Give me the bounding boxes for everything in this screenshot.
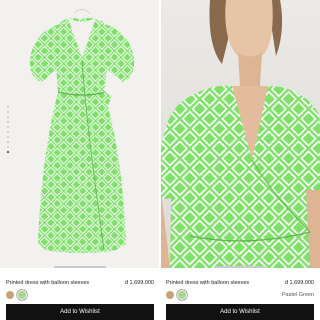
product-name[interactable]: Printed dress with balloon sleeves <box>6 280 89 286</box>
color-swatches <box>6 291 26 299</box>
gallery-dot[interactable] <box>7 121 9 123</box>
model-wearing-dress-illustration <box>160 0 320 268</box>
product-info-right: Printed dress with balloon sleeves đ 1.6… <box>160 272 320 320</box>
product-compare-screen: Printed dress with balloon sleeves đ 1.6… <box>0 0 320 320</box>
home-indicator <box>214 266 266 268</box>
home-indicator <box>54 266 106 268</box>
product-image-flatlay[interactable] <box>0 0 160 268</box>
gallery-dot[interactable] <box>7 106 9 108</box>
color-swatches <box>166 291 186 299</box>
add-to-wishlist-button[interactable]: Add to Wishlist <box>6 304 154 320</box>
product-info-left: Printed dress with balloon sleeves đ 1.6… <box>0 272 160 320</box>
gallery-dot[interactable] <box>7 131 9 133</box>
gallery-pagination[interactable] <box>7 106 9 153</box>
gallery-dot[interactable] <box>7 136 9 138</box>
product-panel-right: ‹ Printed dress with balloon sleeves đ 1… <box>160 0 320 320</box>
swatch-tan[interactable] <box>166 291 174 299</box>
product-panel-left: Printed dress with balloon sleeves đ 1.6… <box>0 0 160 320</box>
gallery-dot[interactable] <box>7 146 9 148</box>
gallery-dot[interactable] <box>7 111 9 113</box>
product-name[interactable]: Printed dress with balloon sleeves <box>166 280 249 286</box>
swatch-green[interactable] <box>18 291 26 299</box>
panel-divider <box>159 0 161 320</box>
swatch-tan[interactable] <box>6 291 14 299</box>
add-to-wishlist-button[interactable]: Add to Wishlist <box>166 304 314 320</box>
gallery-dot[interactable] <box>7 151 9 153</box>
gallery-dot[interactable] <box>7 141 9 143</box>
product-image-model[interactable] <box>160 0 320 268</box>
dress-flatlay-illustration <box>29 9 135 254</box>
product-price: đ 1.699.000 <box>124 280 154 286</box>
selected-color-label: Pastel Green <box>281 292 314 298</box>
gallery-dot[interactable] <box>7 126 9 128</box>
product-price: đ 1.699.000 <box>284 280 314 286</box>
swatch-green[interactable] <box>178 291 186 299</box>
gallery-dot[interactable] <box>7 116 9 118</box>
